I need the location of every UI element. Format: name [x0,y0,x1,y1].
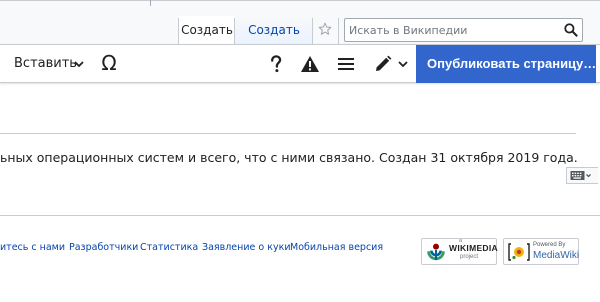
tab-create[interactable]: Создать [179,16,235,44]
article-text[interactable]: ьных операционных систем и всего, что с … [0,149,578,167]
footer-link-cookie-statement[interactable]: Заявление о куки [202,242,291,253]
watch-star-button[interactable] [313,16,338,44]
insert-menu-button[interactable]: Вставить [8,45,83,83]
search-input[interactable] [349,21,559,39]
input-method-button[interactable] [566,167,598,184]
edit-mode-button[interactable] [373,54,393,74]
wikimedia-logo [427,243,445,261]
publish-button[interactable]: Опубликовать страницу… [416,45,596,83]
divider [150,0,151,6]
mediawiki-badge-name: MediaWiki [533,250,580,261]
keyboard-icon [570,171,591,180]
wikimedia-badge-name: WIKIMEDIA [449,243,498,253]
tab-divider [338,18,339,44]
search-icon [564,23,578,37]
footer-link-contact[interactable]: итесь с нами [0,242,65,253]
insert-label: Вставить [14,56,77,71]
tab-create-source[interactable]: Создать код [235,16,313,65]
chevron-down-icon [398,61,408,68]
footer-link-developers[interactable]: Разработчики [69,242,138,253]
footer-divider [0,215,600,216]
mediawiki-badge-small: Powered By [533,242,566,248]
help-button[interactable] [266,54,286,74]
footer-link-mobile-view[interactable]: Мобильная версия [290,242,383,253]
page-notices-button[interactable] [300,54,320,74]
pencil-icon [376,55,392,71]
chevron-down-icon [74,61,84,68]
powered-by-mediawiki-badge[interactable]: Powered By MediaWiki [503,238,579,265]
editor-toolbar: Вставить Ω Опубликовать страницу… [0,44,600,83]
page-options-button[interactable] [336,54,356,74]
search-box [344,18,583,42]
search-button[interactable] [563,22,579,38]
content-divider [0,133,576,134]
wikimedia-project-badge[interactable]: a WIKIMEDIA project [421,238,498,265]
header-top-border [0,0,600,1]
mediawiki-logo [508,243,530,261]
star-icon [318,22,332,35]
warning-icon [301,56,319,72]
special-character-button[interactable]: Ω [96,45,122,83]
wikimedia-badge-sub: project [460,254,479,260]
menu-icon [338,58,354,70]
question-icon [271,55,282,73]
footer-link-statistics[interactable]: Статистика [140,242,198,253]
